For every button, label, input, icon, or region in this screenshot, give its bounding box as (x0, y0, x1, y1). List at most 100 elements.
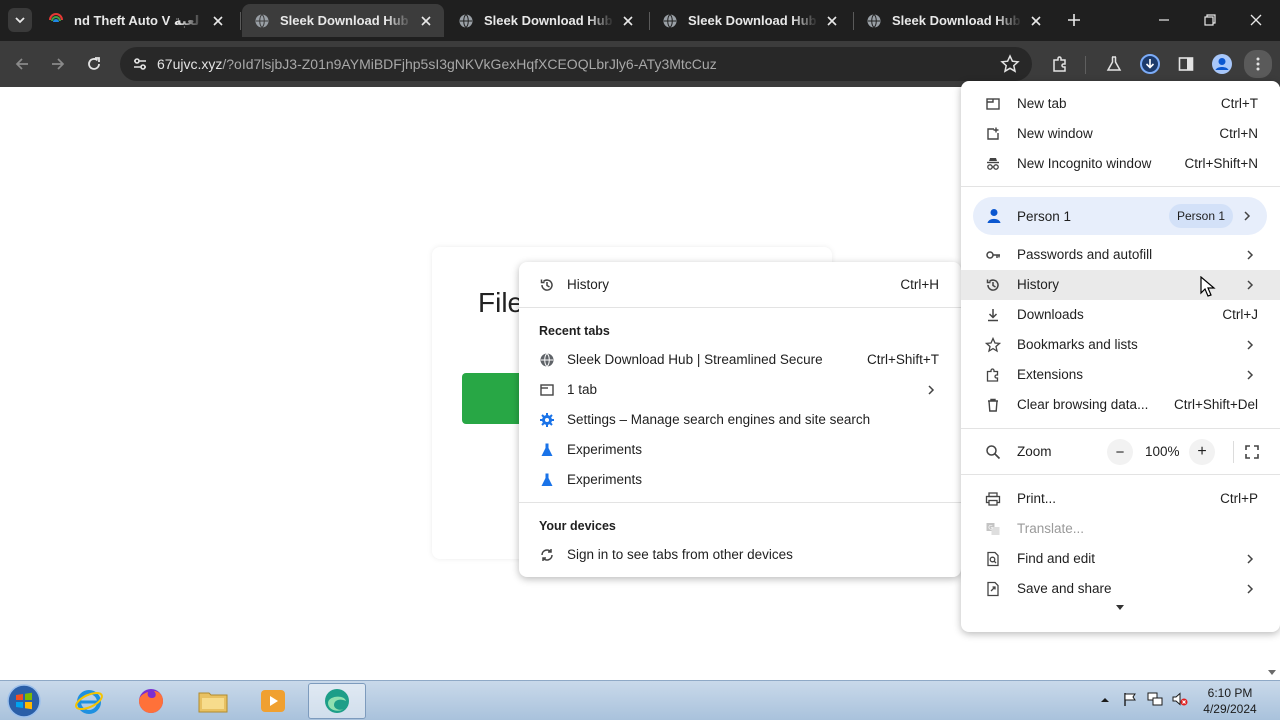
url-path: /?oId7lsjbJ3-Z01n9AYMiBDFjhp5sI3gNKVkGex… (222, 56, 717, 72)
menu-print[interactable]: Print... Ctrl+P (961, 484, 1280, 514)
chevron-right-icon (1247, 554, 1254, 564)
menu-label: Bookmarks and lists (1017, 337, 1138, 352)
close-icon[interactable] (210, 13, 226, 29)
close-icon[interactable] (824, 13, 840, 29)
action-center-flag-icon[interactable] (1122, 691, 1138, 707)
menu-downloads[interactable]: Downloads Ctrl+J (961, 300, 1280, 330)
recent-experiments-label: Experiments (567, 442, 643, 457)
tab-title: Sleek Download Hub | Streamlined (484, 13, 614, 28)
tab-gta[interactable]: nd Theft Auto V تحميل لعبة (36, 4, 236, 37)
zoom-in-button[interactable]: + (1189, 439, 1215, 465)
taskbar-file-explorer[interactable] (186, 683, 240, 719)
recent-experiments-item[interactable]: Experiments (519, 435, 961, 465)
menu-clear-browsing-data[interactable]: Clear browsing data... Ctrl+Shift+Del (961, 390, 1280, 420)
media-player-icon (261, 690, 285, 712)
menu-label: Passwords and autofill (1017, 247, 1153, 262)
address-bar[interactable]: 67ujvc.xyz/?oId7lsjbJ3-Z01n9AYMiBDFjhp5s… (120, 47, 1032, 81)
volume-muted-icon[interactable] (1172, 691, 1188, 707)
menu-find-edit[interactable]: Find and edit (961, 544, 1280, 574)
restore-icon[interactable] (1200, 10, 1220, 30)
tab-title: nd Theft Auto V تحميل لعبة (74, 12, 204, 28)
side-panel-icon (1178, 57, 1194, 71)
window-close-icon[interactable] (1246, 10, 1266, 30)
recent-window-label: 1 tab (567, 382, 598, 397)
menu-profile[interactable]: Person 1 Person 1 (973, 197, 1267, 235)
sync-icon (541, 549, 553, 561)
incognito-icon (987, 158, 999, 170)
tab-sleek-3[interactable]: Sleek Download Hub | Streamlined (650, 4, 850, 37)
tab-title: Sleek Download Hub | Streamlined (892, 13, 1022, 28)
chevron-right-icon (1247, 584, 1254, 594)
tab-strip: nd Theft Auto V تحميل لعبة Sleek Downloa… (0, 0, 1280, 41)
taskbar-media-player[interactable] (246, 683, 300, 719)
minimize-icon[interactable] (1154, 10, 1174, 30)
new-tab-plus-icon[interactable] (1066, 12, 1082, 28)
menu-new-tab[interactable]: New tab Ctrl+T (961, 89, 1280, 119)
taskbar-internet-explorer[interactable] (62, 683, 116, 719)
labs-button[interactable] (1102, 52, 1126, 76)
close-icon[interactable] (1028, 13, 1044, 29)
downloads-button[interactable] (1138, 52, 1162, 76)
recent-window-item[interactable]: 1 tab (519, 375, 961, 405)
tray-expand-icon[interactable] (1100, 695, 1110, 705)
recent-experiments-item[interactable]: Experiments (519, 465, 961, 495)
tab-sleek-active[interactable]: Sleek Download Hub | Streamlined (242, 4, 444, 37)
scroll-down-arrow-icon[interactable] (1268, 668, 1276, 676)
recent-settings-item[interactable]: Settings – Manage search engines and sit… (519, 405, 961, 435)
reload-button[interactable] (82, 52, 106, 76)
fullscreen-button[interactable] (1239, 439, 1265, 465)
menu-save-share[interactable]: Save and share (961, 574, 1280, 604)
side-panel-button[interactable] (1174, 52, 1198, 76)
close-icon[interactable] (620, 13, 636, 29)
menu-scroll-down-icon[interactable] (1116, 605, 1124, 611)
profile-button[interactable] (1210, 52, 1234, 76)
globe-icon (459, 13, 473, 28)
globe-icon (867, 13, 881, 28)
taskbar-edge-active[interactable] (308, 683, 366, 719)
menu-history[interactable]: History (961, 270, 1280, 300)
menu-label: Clear browsing data... (1017, 397, 1149, 412)
menu-shortcut: Ctrl+Shift+Del (1173, 397, 1258, 412)
site-favicon-icon (49, 12, 63, 22)
profile-name: Person 1 (1017, 209, 1072, 224)
forward-button[interactable] (46, 52, 70, 76)
menu-passwords[interactable]: Passwords and autofill (961, 240, 1280, 270)
chrome-menu-button[interactable] (1244, 50, 1272, 78)
extensions-button[interactable] (1048, 52, 1072, 76)
history-submenu-history[interactable]: History Ctrl+H (519, 270, 961, 300)
history-submenu: History Ctrl+H Recent tabs Sleek Downloa… (519, 262, 961, 577)
back-button[interactable] (10, 52, 34, 76)
menu-bookmarks[interactable]: Bookmarks and lists (961, 330, 1280, 360)
sign-in-devices-item[interactable]: Sign in to see tabs from other devices (519, 540, 961, 570)
taskbar-firefox[interactable] (124, 683, 178, 719)
flask-icon (541, 443, 553, 456)
tab-search-button[interactable] (8, 8, 32, 32)
recent-tab-item[interactable]: Sleek Download Hub | Streamlined Secure … (519, 345, 961, 375)
network-icon[interactable] (1147, 691, 1163, 707)
firefox-icon (139, 689, 163, 713)
url-text[interactable]: 67ujvc.xyz/?oId7lsjbJ3-Z01n9AYMiBDFjhp5s… (157, 56, 717, 72)
site-settings-icon[interactable] (128, 52, 152, 76)
tab-title: Sleek Download Hub | Streamlined (688, 13, 818, 28)
menu-translate[interactable]: G Translate... (961, 514, 1280, 544)
menu-new-incognito[interactable]: New Incognito window Ctrl+Shift+N (961, 149, 1280, 179)
arrow-right-icon (52, 58, 65, 70)
menu-label: New window (1017, 126, 1093, 141)
globe-icon (663, 13, 677, 28)
taskbar-clock[interactable]: 6:10 PM 4/29/2024 (1196, 685, 1264, 717)
folder-icon (198, 692, 228, 713)
printer-icon (985, 492, 1001, 506)
tab-sleek-4[interactable]: Sleek Download Hub | Streamlined (854, 4, 1054, 37)
bookmark-star-icon[interactable] (1000, 54, 1020, 74)
menu-new-window[interactable]: New window Ctrl+N (961, 119, 1280, 149)
close-icon[interactable] (418, 13, 434, 29)
windows-start-icon[interactable] (6, 684, 42, 718)
download-progress-icon (1140, 54, 1160, 74)
menu-divider (961, 428, 1280, 429)
globe-icon (540, 353, 554, 367)
zoom-value: 100% (1145, 444, 1180, 459)
zoom-out-button[interactable]: − (1107, 439, 1133, 465)
recent-experiments-label: Experiments (567, 472, 643, 487)
menu-extensions[interactable]: Extensions (961, 360, 1280, 390)
tab-sleek-2[interactable]: Sleek Download Hub | Streamlined (446, 4, 646, 37)
